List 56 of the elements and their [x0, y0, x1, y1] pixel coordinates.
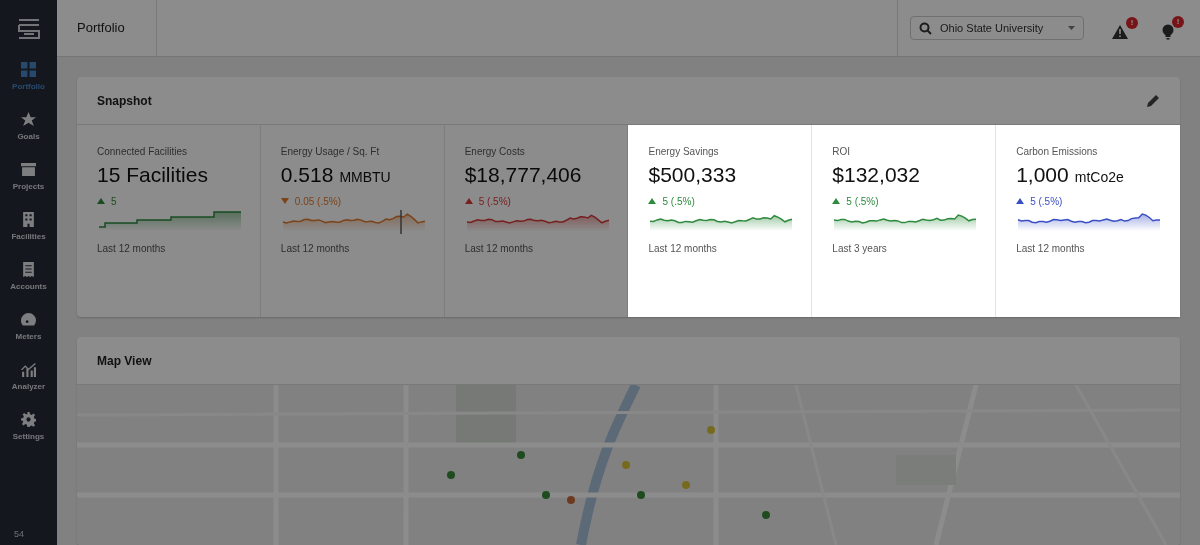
period-label: Last 12 months — [648, 242, 718, 256]
trend-value: 5 (.5%) — [662, 194, 695, 209]
notification-button[interactable]: ! — [1162, 16, 1184, 40]
metric-value: 15 Facilities — [97, 162, 208, 188]
metric-value: 1,000 — [1016, 162, 1069, 188]
panel-title: Snapshot — [97, 92, 152, 110]
building-icon — [21, 212, 36, 227]
period-label: Last 12 months — [280, 242, 351, 256]
period-label: Last 12 months — [464, 242, 535, 256]
period-label: Last 12 months — [1016, 242, 1086, 256]
metric-unit: MMBTU — [339, 168, 391, 187]
version-text: 54 — [14, 527, 24, 541]
metric-label: Energy Costs — [464, 145, 526, 159]
warning-icon — [1112, 25, 1128, 39]
caret-icon — [1068, 26, 1075, 30]
trend-value: 5 — [111, 194, 117, 209]
alert-badge: ! — [1172, 16, 1184, 28]
star-icon — [21, 112, 36, 127]
metric-label: Energy Savings — [648, 145, 720, 159]
period-label: Last 12 months — [97, 242, 167, 256]
metric-label: Carbon Emissions — [1016, 145, 1099, 159]
trend-value: 5 (.5%) — [1030, 194, 1063, 209]
gear-icon — [21, 412, 36, 427]
metric-label: Energy Usage / Sq. Ft — [280, 145, 381, 159]
nav-item[interactable]: Accounts — [1, 262, 56, 291]
panel-title: Map View — [97, 352, 152, 370]
nav-item[interactable]: Meters — [1, 312, 56, 341]
metric-value: $18,777,406 — [464, 162, 582, 188]
metric-label: ROI — [832, 145, 852, 159]
nav-item[interactable]: Goals — [1, 112, 56, 141]
trend-value: 5 (.5%) — [478, 194, 511, 209]
gauge-icon — [21, 312, 36, 327]
nav-item[interactable]: Analyzer — [1, 362, 56, 391]
chart-icon — [21, 362, 36, 377]
grid-icon — [21, 62, 36, 77]
period-label: Last 3 years — [832, 242, 888, 256]
metric-value: 0.518 — [280, 162, 334, 188]
metric-value: $500,333 — [648, 162, 737, 188]
search-icon — [919, 21, 932, 35]
box-icon — [21, 162, 36, 177]
lightbulb-icon — [1162, 24, 1174, 40]
notification-button[interactable]: ! — [1112, 17, 1138, 39]
trend-value: 0.05 (.5%) — [294, 194, 341, 209]
nav-item[interactable]: Projects — [1, 162, 56, 191]
metric-label: Connected Facilities — [97, 145, 189, 159]
metric-unit: mtCo2e — [1074, 168, 1124, 187]
receipt-icon — [21, 262, 36, 277]
logo-icon — [17, 18, 40, 40]
page-title: Portfolio — [77, 19, 125, 38]
metric-value: $132,032 — [832, 162, 920, 188]
edit-icon[interactable] — [1147, 94, 1160, 107]
nav-item[interactable]: Settings — [1, 412, 56, 441]
nav-item[interactable]: Facilities — [1, 212, 56, 241]
facility-select[interactable]: Ohio State University — [910, 16, 1084, 40]
trend-value: 5 (.5%) — [846, 194, 879, 209]
alert-badge: ! — [1126, 17, 1138, 29]
